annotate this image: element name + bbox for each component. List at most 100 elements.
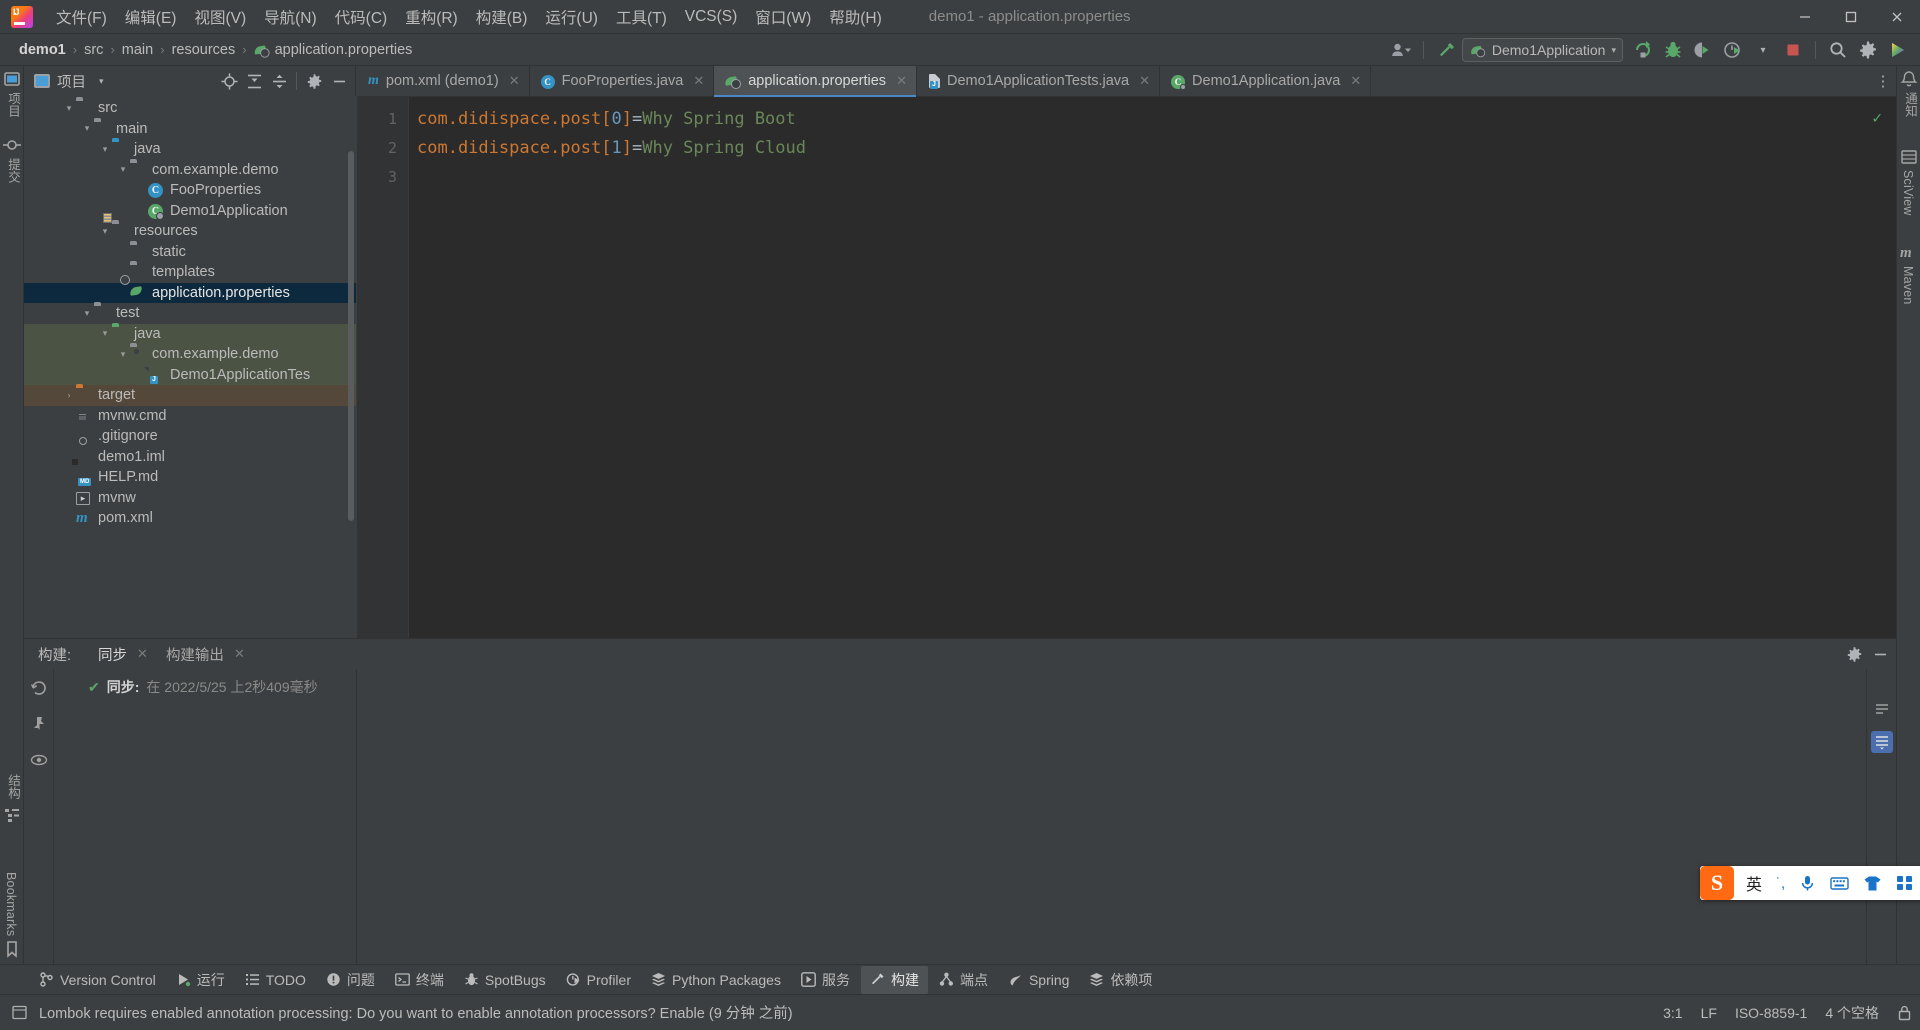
breadcrumb-file[interactable]: application.properties bbox=[249, 40, 418, 60]
tool-button-spotbugs[interactable]: SpotBugs bbox=[455, 968, 555, 992]
build-results-tree[interactable]: ✔ 同步: 在 2022/5/25 上2秒409毫秒 bbox=[54, 669, 357, 964]
menu-window[interactable]: 窗口(W) bbox=[746, 2, 820, 32]
run-icon[interactable] bbox=[1629, 37, 1657, 63]
maximize-button[interactable] bbox=[1828, 0, 1874, 34]
tab-pom-xml[interactable]: m pom.xml (demo1) ✕ bbox=[357, 66, 530, 96]
build-tab-output[interactable]: 构建输出 ✕ bbox=[157, 640, 254, 669]
tool-button-dependencies[interactable]: 依赖项 bbox=[1080, 966, 1161, 994]
menu-code[interactable]: 代码(C) bbox=[326, 2, 397, 32]
tab-close-icon[interactable]: ✕ bbox=[234, 646, 245, 662]
tab-close-icon[interactable]: ✕ bbox=[1139, 73, 1150, 89]
project-tree[interactable]: ▾ src ▾ main ▾ java ▾ com.example.demo C… bbox=[24, 96, 356, 638]
tree-node-test-package[interactable]: ▾ com.example.demo bbox=[24, 344, 356, 365]
chevron-expanded-icon[interactable]: ▾ bbox=[98, 144, 112, 155]
menu-refactor[interactable]: 重构(R) bbox=[396, 2, 467, 32]
maven-stripe-icon[interactable]: m bbox=[1900, 244, 1918, 262]
tool-button-version-control[interactable]: Version Control bbox=[30, 968, 165, 992]
sougou-ime-widget[interactable]: S 英 ˙, bbox=[1700, 866, 1920, 900]
tab-demo1application-java[interactable]: C Demo1Application.java ✕ bbox=[1160, 66, 1372, 96]
settings-gear-icon[interactable] bbox=[302, 69, 326, 93]
tree-node-package[interactable]: ▾ com.example.demo bbox=[24, 160, 356, 181]
ime-mode-toggle[interactable]: 英 bbox=[1739, 866, 1769, 900]
profiler-icon[interactable] bbox=[1719, 37, 1747, 63]
tree-node-application-properties[interactable]: application.properties bbox=[24, 282, 356, 303]
lock-icon[interactable] bbox=[1897, 1005, 1912, 1021]
build-tab-sync[interactable]: 同步 ✕ bbox=[89, 640, 157, 675]
tree-node-demo1application[interactable]: C Demo1Application bbox=[24, 201, 356, 222]
code-content[interactable]: com.didispace.post[0]=Why Spring Boot co… bbox=[409, 97, 1896, 638]
tree-node-templates[interactable]: templates bbox=[24, 262, 356, 283]
expand-all-icon[interactable] bbox=[242, 69, 266, 93]
menu-view[interactable]: 视图(V) bbox=[185, 2, 255, 32]
tree-node-test-java[interactable]: ▾ java bbox=[24, 323, 356, 344]
chevron-collapsed-icon[interactable]: › bbox=[62, 390, 76, 400]
code-editor[interactable]: 1 2 3 com.didispace.post[0]=Why Spring B… bbox=[357, 97, 1896, 638]
toolbox-icon[interactable] bbox=[1889, 866, 1920, 900]
rerun-icon[interactable] bbox=[28, 677, 50, 699]
hide-panel-icon[interactable] bbox=[1868, 642, 1892, 666]
tree-node-pom-xml[interactable]: m pom.xml bbox=[24, 508, 356, 529]
mic-icon[interactable] bbox=[1792, 866, 1823, 900]
tab-close-icon[interactable]: ✕ bbox=[1350, 73, 1361, 89]
stripe-item-maven[interactable]: Maven bbox=[1901, 266, 1915, 305]
tab-close-icon[interactable]: ✕ bbox=[509, 73, 520, 89]
build-result-row[interactable]: ✔ 同步: 在 2022/5/25 上2秒409毫秒 bbox=[54, 675, 356, 699]
tab-close-icon[interactable]: ✕ bbox=[896, 73, 907, 89]
run-configuration-selector[interactable]: Demo1Application ▾ bbox=[1461, 38, 1623, 62]
tree-node-main-java[interactable]: ▾ java bbox=[24, 139, 356, 160]
chevron-down-icon[interactable]: ▾ bbox=[99, 76, 104, 87]
debug-icon[interactable] bbox=[1659, 37, 1687, 63]
tab-close-icon[interactable]: ✕ bbox=[693, 73, 704, 89]
tree-node-src[interactable]: ▾ src bbox=[24, 98, 356, 119]
run-coverage-icon[interactable] bbox=[1689, 37, 1717, 63]
project-tree-scrollbar[interactable] bbox=[348, 151, 354, 521]
stripe-item-notifications[interactable]: 通知 bbox=[1901, 92, 1920, 117]
tool-button-endpoints[interactable]: 端点 bbox=[930, 966, 997, 994]
menu-help[interactable]: 帮助(H) bbox=[820, 2, 891, 32]
stripe-item-structure[interactable]: 结构 bbox=[4, 774, 23, 799]
menu-run[interactable]: 运行(U) bbox=[536, 2, 607, 32]
editor-tabs-more-icon[interactable]: ⋮ bbox=[1870, 66, 1896, 96]
stop-icon[interactable] bbox=[1779, 37, 1807, 63]
build-hammer-icon[interactable] bbox=[1432, 37, 1460, 63]
file-encoding[interactable]: ISO-8859-1 bbox=[1735, 1005, 1807, 1021]
tab-demo1applicationtests-java[interactable]: J Demo1ApplicationTests.java ✕ bbox=[917, 66, 1161, 96]
notifications-stripe-icon[interactable] bbox=[1900, 70, 1918, 88]
menu-navigate[interactable]: 导航(N) bbox=[255, 2, 326, 32]
tree-node-demo1-iml[interactable]: demo1.iml bbox=[24, 447, 356, 468]
settings-gear-icon[interactable] bbox=[1854, 37, 1882, 63]
tool-button-services[interactable]: 服务 bbox=[792, 966, 859, 994]
sougou-logo-icon[interactable]: S bbox=[1700, 866, 1734, 900]
minimize-button[interactable] bbox=[1782, 0, 1828, 34]
breadcrumb-resources[interactable]: resources bbox=[167, 40, 241, 60]
stripe-item-sciview[interactable]: SciView bbox=[1901, 170, 1915, 216]
project-stripe-icon[interactable] bbox=[3, 70, 21, 88]
eye-icon[interactable] bbox=[28, 749, 50, 771]
stripe-item-commit[interactable]: 提交 bbox=[4, 158, 23, 183]
tree-node-static[interactable]: static bbox=[24, 242, 356, 263]
breadcrumb-src[interactable]: src bbox=[79, 40, 108, 60]
pin-icon[interactable] bbox=[28, 713, 50, 735]
menu-vcs[interactable]: VCS(S) bbox=[676, 4, 747, 30]
expand-console-icon[interactable] bbox=[1870, 731, 1893, 753]
keyboard-icon[interactable] bbox=[1823, 866, 1856, 900]
project-title-group[interactable]: 项目 ▾ bbox=[34, 71, 104, 92]
search-icon[interactable] bbox=[1824, 37, 1852, 63]
chevron-down-icon[interactable]: ▾ bbox=[1749, 37, 1777, 63]
chevron-expanded-icon[interactable]: ▾ bbox=[62, 103, 76, 114]
tree-node-resources[interactable]: ▾ resources bbox=[24, 221, 356, 242]
wrap-text-icon[interactable] bbox=[1871, 699, 1893, 721]
stripe-item-project[interactable]: 项目 bbox=[4, 92, 23, 117]
menu-edit[interactable]: 编辑(E) bbox=[116, 2, 186, 32]
locate-target-icon[interactable] bbox=[217, 69, 241, 93]
build-console-output[interactable] bbox=[357, 669, 1866, 964]
stripe-item-bookmarks[interactable]: Bookmarks bbox=[4, 872, 18, 936]
tab-application-properties[interactable]: application.properties ✕ bbox=[714, 66, 917, 97]
tool-button-terminal[interactable]: 终端 bbox=[386, 966, 453, 994]
chevron-expanded-icon[interactable]: ▾ bbox=[116, 164, 130, 175]
line-separator[interactable]: LF bbox=[1701, 1005, 1717, 1021]
tree-node-gitignore[interactable]: .gitignore bbox=[24, 426, 356, 447]
menu-tools[interactable]: 工具(T) bbox=[607, 2, 676, 32]
tool-button-profiler[interactable]: Profiler bbox=[557, 968, 640, 992]
chevron-expanded-icon[interactable]: ▾ bbox=[80, 308, 94, 319]
